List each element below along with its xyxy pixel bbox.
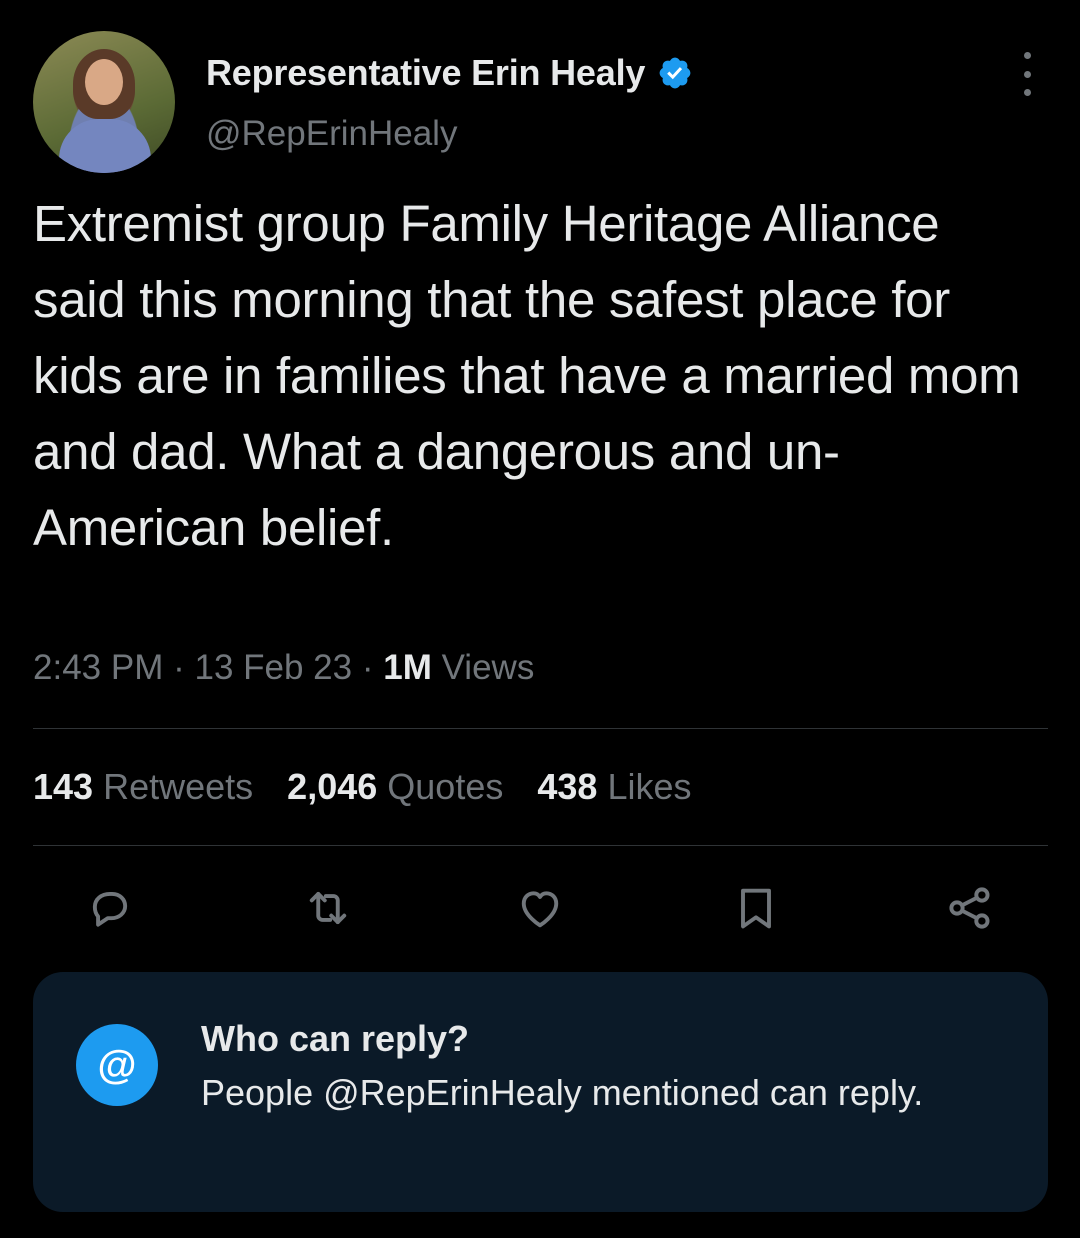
avatar[interactable]	[33, 31, 175, 173]
retweets-stat[interactable]: 143 Retweets	[33, 766, 253, 808]
tweet-date[interactable]: 13 Feb 23	[194, 648, 352, 687]
reply-icon	[92, 891, 128, 927]
likes-label: Likes	[607, 766, 692, 807]
quotes-label: Quotes	[387, 766, 504, 807]
tweet-text: Extremist group Family Heritage Alliance…	[33, 195, 1021, 556]
retweet-button[interactable]	[300, 880, 356, 936]
quotes-stat[interactable]: 2,046 Quotes	[287, 766, 503, 808]
author-handle[interactable]: @RepErinHealy	[206, 114, 457, 154]
mention-icon: @	[76, 1024, 158, 1106]
like-button[interactable]	[512, 880, 568, 936]
reply-restriction-description: People @RepErinHealy mentioned can reply…	[201, 1072, 924, 1113]
divider	[33, 728, 1048, 729]
likes-stat[interactable]: 438 Likes	[537, 766, 691, 808]
quotes-count: 2,046	[287, 766, 378, 807]
views-label: Views	[441, 648, 535, 687]
tweet-time[interactable]: 2:43 PM	[33, 648, 163, 687]
retweets-label: Retweets	[103, 766, 254, 807]
bookmark-icon	[741, 888, 771, 929]
verified-badge-icon	[659, 57, 691, 89]
retweets-count: 143	[33, 766, 94, 807]
retweet-icon	[309, 891, 347, 925]
share-icon	[949, 887, 990, 929]
share-button[interactable]	[942, 880, 998, 936]
likes-count: 438	[537, 766, 598, 807]
reply-restriction-box: @ Who can reply? People @RepErinHealy me…	[33, 972, 1048, 1212]
tweet-stats: 143 Retweets 2,046 Quotes 438 Likes	[33, 766, 692, 808]
like-icon	[521, 891, 559, 928]
reply-button[interactable]	[82, 880, 138, 936]
tweet-meta: 2:43 PM · 13 Feb 23 · 1M Views	[33, 648, 534, 688]
meta-separator: ·	[361, 648, 374, 687]
divider	[33, 845, 1048, 846]
views-count: 1M	[383, 648, 432, 687]
meta-separator: ·	[173, 648, 185, 687]
author-name-row[interactable]: Representative Erin Healy	[206, 52, 693, 94]
bookmark-button[interactable]	[728, 880, 784, 936]
author-name[interactable]: Representative Erin Healy	[206, 52, 645, 94]
reply-restriction-title: Who can reply?	[201, 1018, 470, 1059]
action-bar	[0, 880, 1080, 940]
more-options-icon[interactable]	[1012, 52, 1042, 96]
